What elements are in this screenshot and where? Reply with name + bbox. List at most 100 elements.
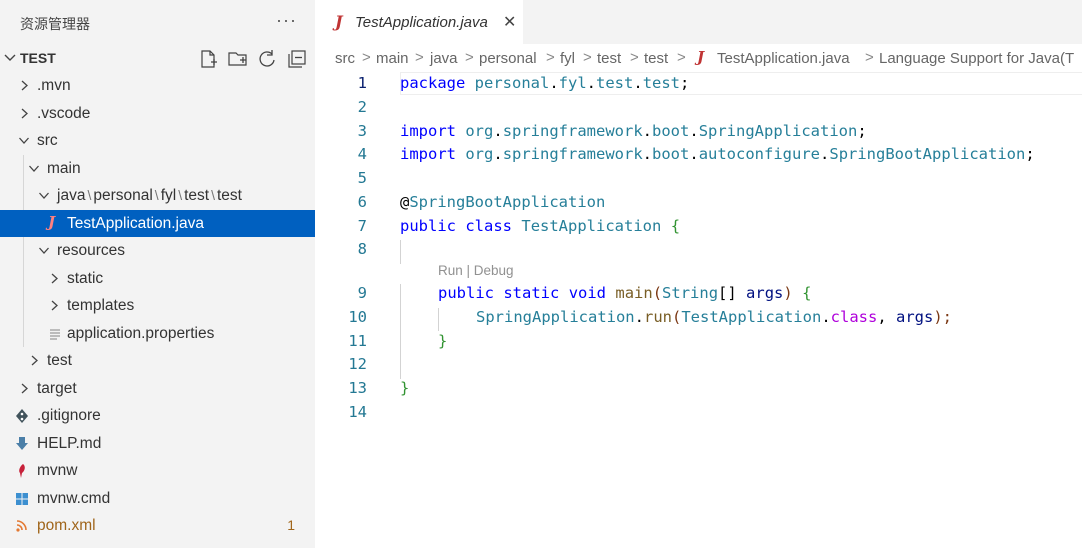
breadcrumb-test[interactable]: test	[597, 50, 621, 67]
tree-item-java-package[interactable]: java \ personal \ fyl \ test \ test	[0, 182, 315, 210]
maven-icon	[19, 464, 25, 478]
explorer-sidebar: 资源管理器 ··· TEST .mvn .vscode src main jav…	[0, 0, 315, 548]
git-icon	[16, 409, 28, 423]
path-segment[interactable]: personal	[93, 187, 152, 204]
breadcrumb-separator: >	[362, 49, 371, 66]
path-segment[interactable]: test	[184, 187, 209, 204]
tree-item-help-md[interactable]: HELP.md	[0, 430, 315, 458]
new-folder-icon[interactable]	[227, 48, 249, 70]
line-number: 14	[348, 403, 367, 421]
breadcrumb-src[interactable]: src	[335, 50, 355, 67]
code-line-3: import org.springframework.boot.SpringAp…	[400, 122, 867, 140]
tree-item-resources[interactable]: resources	[0, 237, 315, 265]
code-line-7: public class TestApplication {	[400, 217, 681, 235]
breadcrumb-separator: >	[677, 49, 686, 66]
editor-area: J TestApplication.java ✕ src > main > ja…	[315, 0, 1082, 548]
properties-file-icon	[50, 328, 60, 340]
indent-guide	[23, 264, 24, 292]
breadcrumb-separator: >	[546, 49, 555, 66]
indent-guide	[438, 308, 439, 331]
workspace-section-header[interactable]: TEST	[0, 44, 315, 72]
line-number: 4	[357, 145, 367, 163]
line-number: 10	[348, 308, 367, 326]
line-number: 2	[357, 98, 367, 116]
tree-item-label: mvnw.cmd	[37, 489, 111, 507]
tree-item-label: src	[37, 132, 58, 149]
path-separator: \	[154, 187, 159, 203]
breadcrumb-separator: >	[865, 49, 874, 66]
tree-item-templates[interactable]: templates	[0, 292, 315, 320]
tree-item-label: .mvn	[37, 77, 71, 94]
chevron-right-icon	[31, 355, 38, 366]
collapse-all-icon[interactable]	[286, 48, 308, 70]
indent-guide	[400, 240, 401, 264]
tree-item-mvnw[interactable]: mvnw	[0, 457, 315, 485]
line-number: 7	[357, 217, 367, 235]
line-number: 3	[357, 122, 367, 140]
tree-item-test[interactable]: test	[0, 347, 315, 375]
tree-item-label: resources	[57, 242, 126, 259]
chevron-down-icon	[19, 137, 29, 144]
chevron-right-icon	[51, 300, 58, 311]
chevron-down-icon	[4, 54, 16, 61]
chevron-down-icon	[39, 192, 49, 199]
line-number: 1	[357, 74, 367, 92]
tree-item-main[interactable]: main	[0, 154, 315, 182]
refresh-icon[interactable]	[256, 48, 278, 70]
chevron-right-icon	[21, 108, 28, 118]
breadcrumb-fyl[interactable]: fyl	[560, 50, 575, 67]
path-segment[interactable]: fyl	[161, 187, 177, 204]
breadcrumb-separator: >	[465, 49, 474, 66]
breadcrumb-java[interactable]: java	[430, 50, 458, 67]
breadcrumb-test[interactable]: test	[644, 50, 668, 67]
tree-item-label: main	[47, 159, 81, 177]
code-line-4: import org.springframework.boot.autoconf…	[400, 145, 1035, 163]
path-segment[interactable]: java	[57, 187, 85, 204]
breadcrumb: src > main > java > personal > fyl > tes…	[315, 44, 1082, 72]
sidebar-title: 资源管理器	[20, 16, 90, 32]
code-line-10: SpringApplication.run(TestApplication.cl…	[476, 308, 952, 326]
indent-guide	[23, 182, 24, 210]
tree-item-testapplication-java[interactable]: J TestApplication.java	[0, 209, 315, 237]
tree-item-label: application.properties	[67, 324, 215, 342]
tree-item-mvn[interactable]: .mvn	[0, 72, 315, 100]
breadcrumb-language-support[interactable]: Language Support for Java(T	[879, 50, 1074, 67]
tree-item-gitignore[interactable]: .gitignore	[0, 402, 315, 430]
tree-item-vscode[interactable]: .vscode	[0, 100, 315, 128]
breadcrumb-separator: >	[630, 49, 639, 66]
code-line-13: }	[400, 379, 410, 397]
tree-item-label: pom.xml	[37, 517, 96, 534]
line-number: 5	[357, 169, 367, 187]
tree-item-target[interactable]: target	[0, 375, 315, 403]
line-number: 11	[348, 332, 367, 350]
tree-item-mvnw-cmd[interactable]: mvnw.cmd	[0, 485, 315, 513]
tree-item-static[interactable]: static	[0, 264, 315, 292]
tree-item-label: static	[67, 269, 104, 287]
code-line-9: public static void main(String[] args) {	[438, 284, 812, 302]
indent-guide	[400, 284, 401, 379]
codelens-run-debug[interactable]: Run | Debug	[438, 263, 514, 278]
close-icon[interactable]: ✕	[503, 12, 516, 32]
file-tree: .mvn .vscode src main java \ personal \ fyl \…	[0, 72, 315, 540]
indent-guide	[23, 292, 24, 320]
tab-testapplication-java[interactable]: J TestApplication.java ✕	[315, 0, 523, 44]
more-actions-icon[interactable]: ···	[276, 10, 297, 31]
tree-item-label: .gitignore	[37, 407, 101, 424]
path-segment[interactable]: test	[217, 187, 242, 204]
tree-item-application-properties[interactable]: application.properties	[0, 319, 315, 347]
tree-item-src[interactable]: src	[0, 127, 315, 155]
breadcrumb-file[interactable]: TestApplication.java	[717, 50, 850, 67]
sidebar-header: 资源管理器 ···	[0, 0, 315, 44]
line-number: 6	[357, 193, 367, 211]
tree-item-pom-xml[interactable]: pom.xml 1	[0, 512, 315, 540]
breadcrumb-main[interactable]: main	[376, 50, 409, 67]
java-file-icon: J	[335, 12, 343, 31]
new-file-icon[interactable]	[197, 48, 219, 70]
rss-xml-icon	[16, 520, 27, 532]
breadcrumb-personal[interactable]: personal	[479, 50, 537, 67]
code-editor[interactable]: package personal.fyl.test.test; import o…	[400, 72, 1082, 548]
workspace-title: TEST	[20, 50, 56, 66]
tree-item-label: target	[37, 379, 77, 397]
code-line-6: @SpringBootApplication	[400, 193, 606, 211]
problems-badge: 1	[287, 517, 295, 533]
